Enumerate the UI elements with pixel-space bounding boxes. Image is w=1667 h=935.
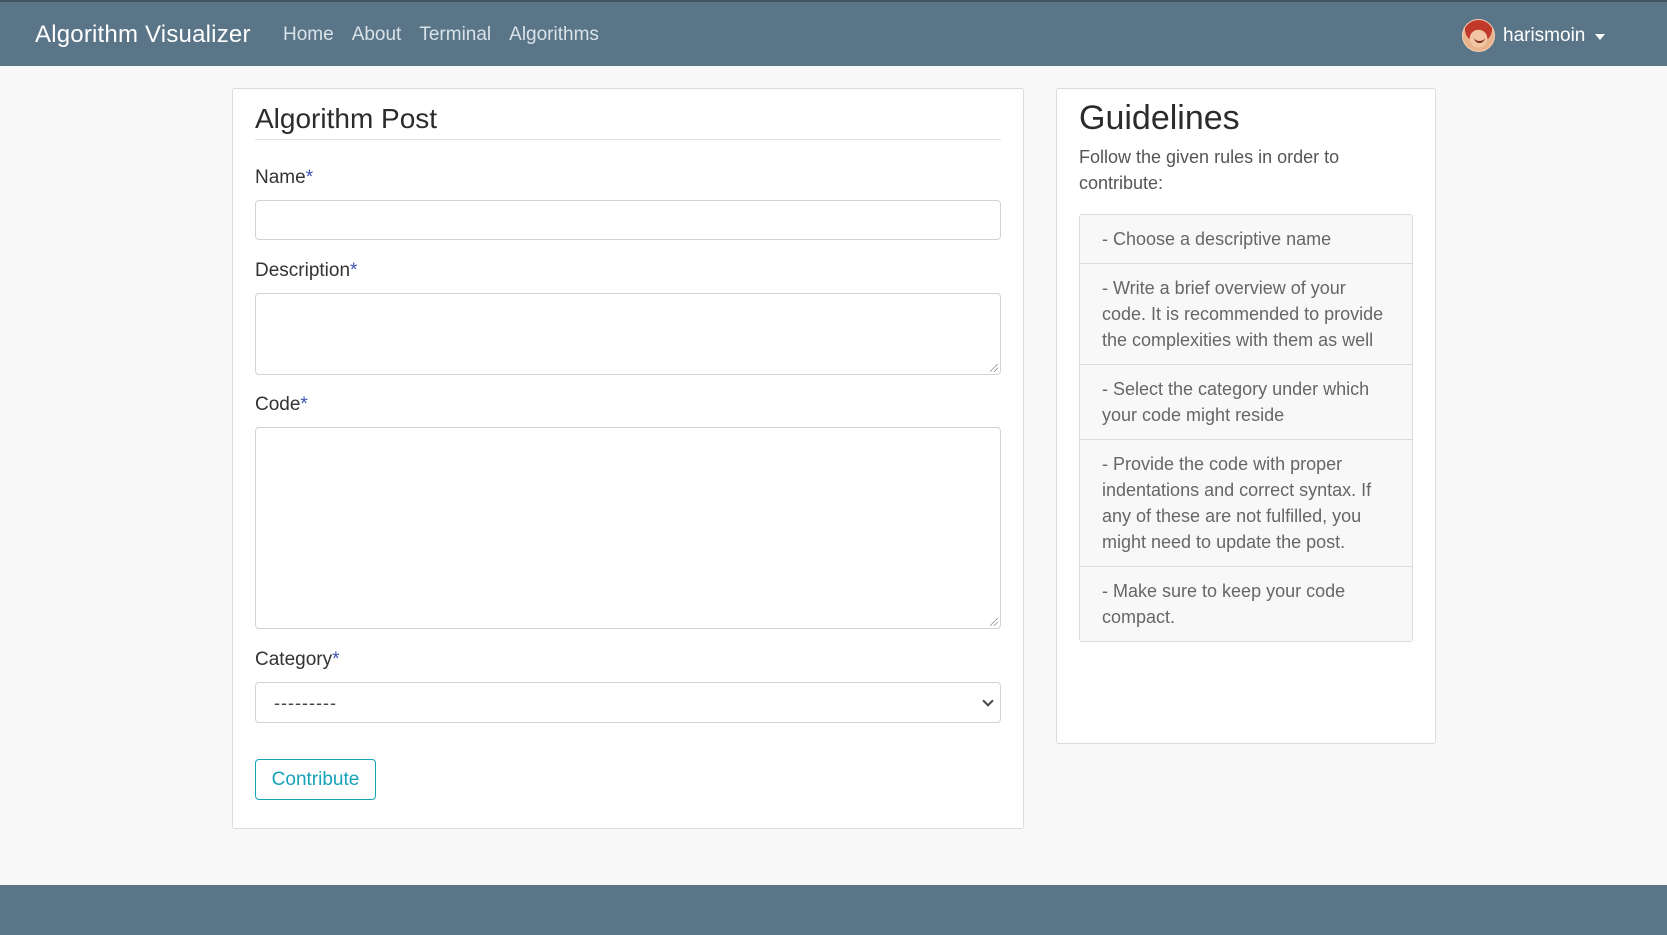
category-select[interactable]: --------- bbox=[255, 682, 1001, 723]
resize-handle-icon[interactable] bbox=[990, 618, 998, 626]
username: harismoin bbox=[1503, 24, 1586, 46]
guideline-item: - Provide the code with proper indentati… bbox=[1080, 440, 1412, 567]
nav-link-about[interactable]: About bbox=[352, 24, 402, 46]
required-mark: * bbox=[332, 649, 340, 670]
required-mark: * bbox=[350, 260, 358, 281]
guidelines-title: Guidelines bbox=[1079, 99, 1240, 137]
category-selected-value: --------- bbox=[274, 693, 337, 713]
resize-handle-icon[interactable] bbox=[990, 364, 998, 372]
algorithm-post-card: Algorithm Post Name* Description* Code* … bbox=[232, 88, 1024, 829]
user-menu-toggle[interactable]: harismoin bbox=[1462, 19, 1606, 52]
required-mark: * bbox=[300, 394, 308, 415]
guidelines-card: Guidelines Follow the given rules in ord… bbox=[1056, 88, 1436, 744]
guideline-item: - Make sure to keep your code compact. bbox=[1102, 581, 1346, 627]
description-textarea[interactable] bbox=[255, 293, 1001, 375]
caret-down-icon bbox=[1595, 33, 1606, 40]
guideline-item: - Select the category under which your c… bbox=[1080, 365, 1412, 440]
guideline-item: - Choose a descriptive name bbox=[1080, 215, 1412, 264]
nav-link-algorithms[interactable]: Algorithms bbox=[509, 24, 599, 46]
brand-link[interactable]: Algorithm Visualizer bbox=[35, 21, 251, 49]
top-navbar: Algorithm Visualizer Home About Terminal… bbox=[0, 0, 1667, 66]
post-form-title: Algorithm Post bbox=[255, 103, 438, 134]
name-input[interactable] bbox=[255, 200, 1001, 240]
nav-link-terminal[interactable]: Terminal bbox=[419, 24, 491, 46]
name-label: Name* bbox=[255, 167, 314, 188]
required-mark: * bbox=[305, 167, 314, 188]
category-label: Category* bbox=[255, 649, 340, 670]
description-label: Description* bbox=[255, 260, 358, 281]
code-textarea[interactable] bbox=[255, 427, 1001, 629]
nav-link-home[interactable]: Home bbox=[283, 24, 334, 46]
guidelines-intro: Follow the given rules in order to contr… bbox=[1079, 147, 1340, 193]
footer bbox=[0, 885, 1667, 935]
guideline-item: - Write a brief overview of your code. I… bbox=[1080, 264, 1412, 365]
code-label: Code* bbox=[255, 394, 308, 415]
title-divider bbox=[255, 139, 1001, 140]
contribute-button[interactable]: Contribute bbox=[255, 759, 376, 800]
guidelines-list: - Choose a descriptive name - Write a br… bbox=[1079, 214, 1413, 642]
avatar bbox=[1462, 19, 1495, 52]
chevron-down-icon bbox=[982, 695, 994, 707]
nav-links: Home About Terminal Algorithms bbox=[283, 24, 617, 46]
